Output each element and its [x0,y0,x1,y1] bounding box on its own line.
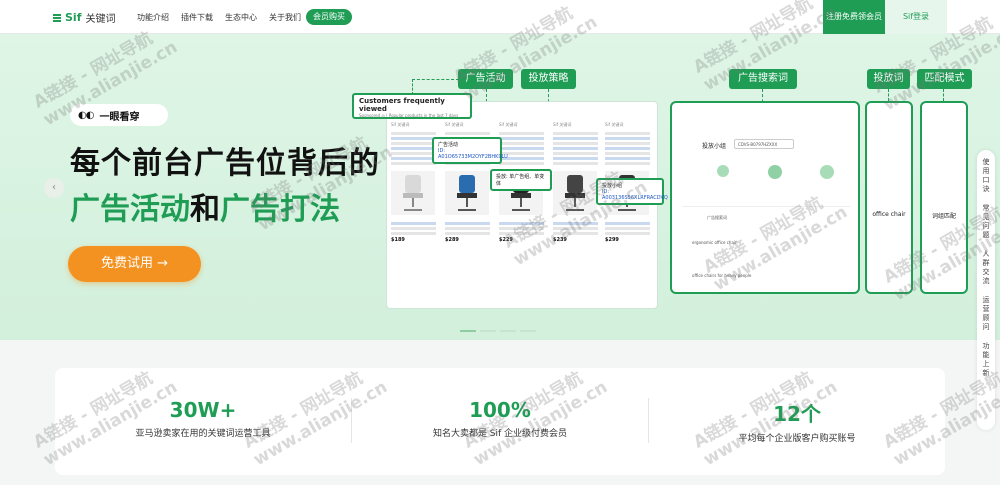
product-card: Sif 关键词 $239 [553,122,603,302]
cfv-title: Customers frequently viewed [359,97,445,113]
keyword-col-head: 广告搜索词 [707,215,727,220]
product-brand: Sif 关键词 [391,122,410,127]
hero-title-and: 和 [190,192,220,227]
logo-sub: 关键词 [85,14,116,25]
logo[interactable]: Sif 关键词 [53,10,115,25]
sidebar-item-faq[interactable]: 常见问题 [981,204,991,240]
sidebar-item-advisor[interactable]: 运营顾问 [981,296,991,332]
label-campaign: 广告活动 [458,69,513,89]
customers-viewed-box: Customers frequently viewed Sponsored ◎ … [352,93,472,119]
chair-image-icon [391,171,435,215]
match-mode-panel: 词组匹配 [920,101,968,294]
product-card: Sif 关键词 $299 [605,122,655,302]
product-price: $229 [499,237,513,243]
menu-item-features[interactable]: 功能介绍 [137,12,169,23]
stat-number: 100% [469,398,531,422]
keyword-row-2: office chairs for heavy people [692,273,752,278]
campaign-callout-title: 广告活动 [438,142,459,148]
eyes-icon: ◐◐ [78,109,94,121]
stat-users: 30W+ 亚马逊卖家在用的关键词运营工具 [55,398,351,439]
stats-card: 30W+ 亚马逊卖家在用的关键词运营工具 100% 知名大卖都是 Sif 企业级… [55,368,945,475]
chair-image-icon [553,171,597,215]
main-menu: 功能介绍 插件下载 生态中心 关于我们 [137,12,301,23]
stat-desc: 平均每个企业版客户购买账号 [738,434,856,444]
chart-dot [820,165,834,179]
product-brand: Sif 关键词 [605,122,624,127]
connector-line [943,89,944,101]
campaign-callout: 广告活动 ID: A01O65733M2OYF2BHK9LU [432,137,508,164]
chart-dot [768,165,782,179]
product-brand: Sif 关键词 [553,122,572,127]
floating-sidebar: 使用口诀 常见问题 人群交流 运营顾问 功能上新 [977,150,995,430]
logo-text: Sif [65,11,82,24]
hero-title-campaign: 广告活动 [70,192,190,227]
search-keyword-panel: 投放小组 CDVS-B0797HZXXX 广告搜索词 ergonomic off… [670,101,860,294]
hero-tag: ◐◐ 一眼看穿 [70,104,168,126]
label-strategy: 投放策略 [521,69,576,89]
chart-dot [717,165,729,177]
stat-desc: 知名大卖都是 Sif 企业级付费会员 [432,429,568,439]
product-card: Sif 关键词 $229 [499,122,549,302]
target-keyword-value: office chair [872,211,906,218]
product-brand: Sif 关键词 [499,122,518,127]
keyword-row-1: ergonomic office chair [692,240,737,245]
free-trial-button[interactable]: 免费试用 → [68,246,201,282]
label-target-keyword: 投放词 [867,69,910,89]
sidebar-item-community[interactable]: 人群交流 [981,250,991,286]
hero-title-tactics: 广告打法 [220,192,340,227]
adgroup-callout: 投放小组 ID: A003136S56XLRFRACDVQ [596,178,668,205]
menu-item-about[interactable]: 关于我们 [269,12,301,23]
product-price: $239 [553,237,567,243]
product-price: $299 [605,237,619,243]
target-keyword-panel: office chair [865,101,913,294]
logo-icon [53,13,61,22]
login-button[interactable]: Sif登录 [885,0,947,34]
stat-desc: 亚马逊卖家在用的关键词运营工具 [135,429,271,439]
carousel-indicator[interactable] [460,330,536,332]
label-match-mode: 匹配模式 [917,69,972,89]
sidebar-item-new[interactable]: 功能上新 [981,342,991,378]
stat-number: 12个 [773,402,821,426]
top-nav: Sif 关键词 功能介绍 插件下载 生态中心 关于我们 会员购买 注册免费领会员… [0,0,1000,34]
stat-number: 30W+ [169,398,237,422]
adgroup-id: ID: A003136S56XLRFRACDVQ [602,189,668,201]
menu-item-ecosystem[interactable]: 生态中心 [225,12,257,23]
hero-title-line2: 广告活动和广告打法 [70,184,340,228]
register-button[interactable]: 注册免费领会员 [823,0,885,34]
product-listing-mock: Sif 关键词 $189 Sif 关键词 $289 Sif 关键词 $229 S… [386,101,658,309]
campaign-id: ID: A01O65733M2OYF2BHK9LU [438,148,508,160]
product-brand: Sif 关键词 [445,122,464,127]
hero-tag-text: 一眼看穿 [99,111,140,123]
menu-item-plugin[interactable]: 插件下载 [181,12,213,23]
chair-image-icon [445,171,489,215]
adgroup-label: 投放小组 [702,143,727,150]
strategy-callout: 投放: 单广告组、单变体 [490,169,552,191]
label-search-keyword: 广告搜索词 [729,69,797,89]
stat-accounts: 12个 平均每个企业版客户购买账号 [649,398,945,444]
cfv-sub: Sponsored ◎ | Popular products in the la… [359,113,459,118]
connector-line [888,89,889,101]
product-price: $289 [445,237,459,243]
stat-sellers: 100% 知名大卖都是 Sif 企业级付费会员 [352,398,648,439]
adgroup-callout-title: 投放小组 [602,183,623,189]
adgroup-select[interactable]: CDVS-B0797HZXXX [734,139,794,149]
member-purchase-button[interactable]: 会员购买 [306,9,352,25]
product-price: $189 [391,237,405,243]
match-mode-value: 词组匹配 [931,213,956,220]
carousel-prev-icon[interactable]: ‹ [44,178,64,198]
sidebar-item-tips[interactable]: 使用口诀 [981,158,991,194]
hero-title-line1: 每个前台广告位背后的 [70,146,380,181]
